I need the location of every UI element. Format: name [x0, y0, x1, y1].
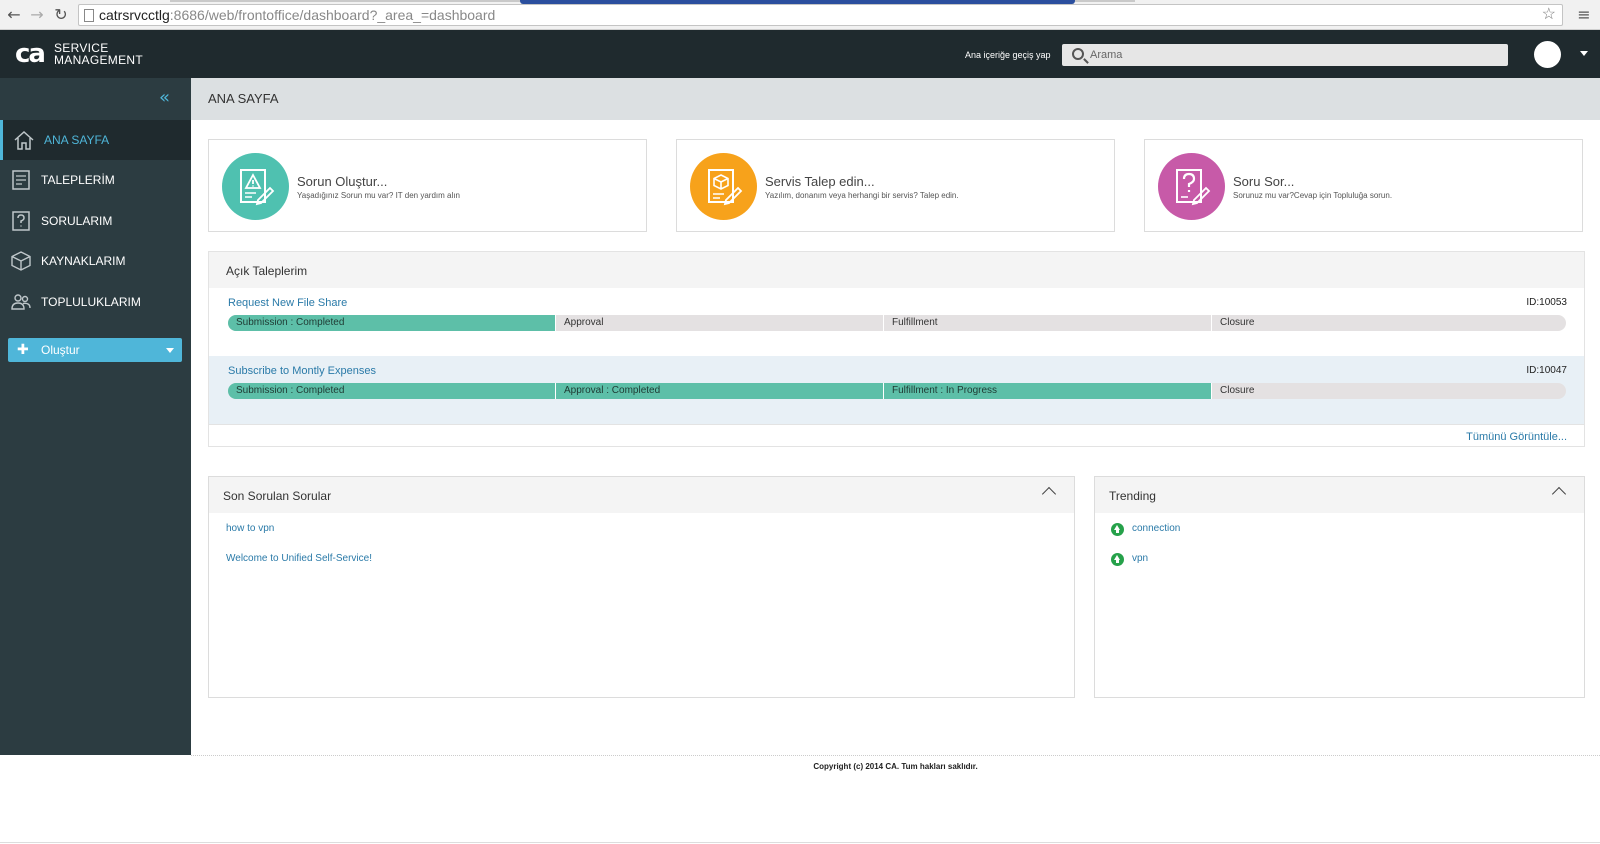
trending-title: Trending	[1109, 489, 1156, 503]
incident-icon	[222, 153, 289, 220]
avatar[interactable]	[1534, 41, 1561, 68]
progress-stage-closure: Closure	[1220, 385, 1255, 396]
request-progress-track: Submission : Completed Approval : Comple…	[228, 383, 1566, 399]
copyright-text: Copyright (c) 2014 CA. Tum hakları saklı…	[813, 762, 978, 771]
request-row[interactable]: Subscribe to Montly Expenses ID:10047 Su…	[209, 356, 1584, 424]
request-row[interactable]: Request New File Share ID:10053 Submissi…	[209, 288, 1584, 356]
service-request-icon	[690, 153, 757, 220]
open-requests-header: Açık Taleplerim	[209, 252, 1584, 288]
url-path: :8686/web/frontoffice/dashboard?_area_=d…	[169, 7, 496, 23]
question-link[interactable]: how to vpn	[226, 523, 274, 534]
logo-mark: ca	[15, 39, 46, 69]
create-dropdown-button[interactable]: ✚ Oluştur	[8, 338, 182, 362]
sidebar-item-label: TOPLULUKLARIM	[41, 295, 141, 309]
footer: Copyright (c) 2014 CA. Tum hakları saklı…	[191, 755, 1600, 775]
home-icon	[14, 130, 34, 150]
browser-menu-icon[interactable]: ≡	[1576, 5, 1592, 25]
communities-icon	[11, 294, 31, 310]
sidebar-item-communities[interactable]: TOPLULUKLARIM	[0, 282, 191, 322]
search-input[interactable]	[1090, 44, 1490, 66]
service-request-card[interactable]: Servis Talep edin... Yazılım, donanım ve…	[676, 139, 1115, 232]
card-title: Servis Talep edin...	[765, 174, 875, 189]
browser-tab-strip	[170, 0, 520, 2]
request-name-link[interactable]: Request New File Share	[228, 297, 347, 309]
main-content: ANA SAYFA Sorun Oluştur... Yaşadığınız S…	[191, 78, 1600, 755]
request-id: ID:10047	[1526, 365, 1567, 376]
resources-icon	[11, 251, 31, 271]
progress-stage-fulfillment: Fulfillment : In Progress	[884, 383, 1212, 399]
request-name-link[interactable]: Subscribe to Montly Expenses	[228, 365, 376, 377]
progress-stage-approval: Approval : Completed	[556, 383, 884, 399]
card-description: Yaşadığınız Sorun mu var? IT den yardım …	[297, 191, 460, 200]
create-incident-card[interactable]: Sorun Oluştur... Yaşadığınız Sorun mu va…	[208, 139, 647, 232]
requests-icon	[12, 170, 30, 190]
divider	[0, 842, 1600, 843]
address-bar[interactable]: catrsrvcctlg:8686/web/frontoffice/dashbo…	[78, 4, 1563, 26]
sidebar-item-label: SORULARIM	[41, 214, 113, 228]
page-title-bar: ANA SAYFA	[191, 78, 1600, 120]
collapse-sidebar-icon[interactable]: «	[159, 89, 170, 107]
logo-text: SERVICE MANAGEMENT	[54, 42, 143, 66]
progress-stage-approval: Approval	[556, 315, 884, 331]
open-requests-panel: Açık Taleplerim Request New File Share I…	[208, 251, 1585, 447]
chevron-up-icon[interactable]	[1551, 486, 1567, 502]
page-title: ANA SAYFA	[208, 91, 279, 106]
progress-stage-submission: Submission : Completed	[228, 383, 556, 399]
card-title: Sorun Oluştur...	[297, 174, 388, 189]
plus-icon: ✚	[17, 342, 29, 358]
progress-stage-fulfillment: Fulfillment	[884, 315, 1212, 331]
trending-header[interactable]: Trending	[1095, 477, 1584, 513]
trending-link[interactable]: vpn	[1132, 553, 1148, 564]
ca-logo[interactable]: ca SERVICE MANAGEMENT	[15, 39, 143, 69]
progress-stage-submission: Submission : Completed	[228, 315, 556, 331]
request-progress-track: Submission : Completed Approval Fulfillm…	[228, 315, 1566, 331]
ask-question-card[interactable]: Soru Sor... Sorunuz mu var?Cevap için To…	[1144, 139, 1583, 232]
card-description: Sorunuz mu var?Cevap için Topluluğa soru…	[1233, 191, 1393, 200]
skip-to-content-link[interactable]: Ana içeriğe geçiş yap	[965, 50, 1051, 60]
trending-up-icon	[1111, 553, 1124, 566]
search-box[interactable]	[1062, 44, 1508, 66]
sidebar-item-label: ANA SAYFA	[44, 133, 110, 147]
page-icon	[84, 9, 94, 22]
progress-stage-closure: Closure	[1220, 317, 1255, 328]
chevron-up-icon[interactable]	[1041, 486, 1057, 502]
divider	[209, 424, 1584, 425]
back-arrow-icon[interactable]: ←	[4, 5, 24, 25]
reload-icon[interactable]: ↻	[51, 5, 71, 25]
recent-questions-title: Son Sorulan Sorular	[223, 489, 332, 503]
sidebar-item-label: TALEPLERİM	[41, 173, 115, 187]
chevron-down-icon[interactable]	[1580, 51, 1588, 56]
recent-questions-header[interactable]: Son Sorulan Sorular	[209, 477, 1074, 513]
trending-link[interactable]: connection	[1132, 523, 1180, 534]
sidebar-item-requests[interactable]: TALEPLERİM	[0, 160, 191, 200]
request-id: ID:10053	[1526, 297, 1567, 308]
recent-questions-panel: Son Sorulan Sorular how to vpn Welcome t…	[208, 476, 1075, 698]
chevron-down-icon	[166, 348, 174, 353]
sidebar-item-questions[interactable]: SORULARIM	[0, 201, 191, 241]
create-button-label: Oluştur	[41, 343, 80, 357]
sidebar-item-label: KAYNAKLARIM	[41, 254, 126, 268]
sidebar-item-home[interactable]: ANA SAYFA	[0, 120, 191, 160]
forward-arrow-icon[interactable]: →	[27, 5, 47, 25]
search-icon	[1072, 48, 1084, 60]
question-link[interactable]: Welcome to Unified Self-Service!	[226, 553, 372, 564]
question-icon	[1158, 153, 1225, 220]
browser-tab-strip-right	[1075, 0, 1135, 2]
card-description: Yazılım, donanım veya herhangi bir servi…	[765, 191, 959, 200]
trending-up-icon	[1111, 523, 1124, 536]
trending-panel: Trending connection vpn	[1094, 476, 1585, 698]
open-requests-title: Açık Taleplerim	[226, 264, 308, 278]
url-host: catrsrvcctlg	[99, 7, 170, 23]
logo-line2: MANAGEMENT	[53, 53, 143, 67]
view-all-link[interactable]: Tümünü Görüntüle...	[1466, 431, 1567, 443]
card-title: Soru Sor...	[1233, 174, 1295, 189]
sidebar-item-resources[interactable]: KAYNAKLARIM	[0, 241, 191, 281]
questions-icon	[12, 211, 30, 231]
browser-toolbar: ← → ↻ catrsrvcctlg:8686/web/frontoffice/…	[0, 0, 1600, 30]
bookmark-star-icon[interactable]: ☆	[1542, 5, 1556, 25]
sidebar: « ANA SAYFA TALEPLERİM SORULARIM KAYNAKL…	[0, 78, 191, 755]
